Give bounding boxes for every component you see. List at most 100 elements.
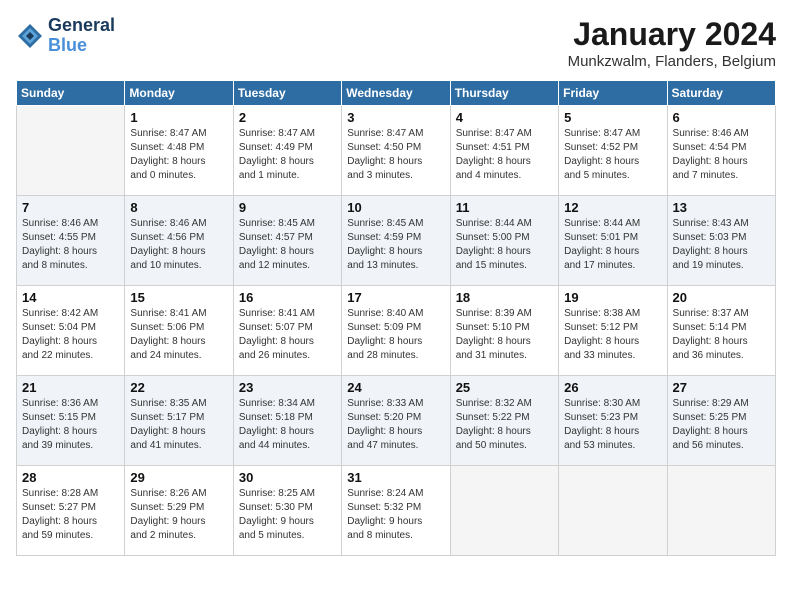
calendar-cell: 19 Sunrise: 8:38 AM Sunset: 5:12 PM Dayli… xyxy=(559,286,667,376)
day-number: 14 xyxy=(22,290,119,305)
calendar-cell: 18 Sunrise: 8:39 AM Sunset: 5:10 PM Dayli… xyxy=(450,286,558,376)
day-number: 15 xyxy=(130,290,227,305)
logo-icon xyxy=(16,22,44,50)
calendar-cell xyxy=(450,466,558,556)
cell-info: Sunrise: 8:47 AM Sunset: 4:51 PM Dayligh… xyxy=(456,127,553,183)
calendar-week-row-1: 1 Sunrise: 8:47 AM Sunset: 4:48 PM Daylig… xyxy=(17,106,776,196)
cell-info: Sunrise: 8:28 AM Sunset: 5:27 PM Dayligh… xyxy=(22,487,119,543)
day-number: 16 xyxy=(239,290,336,305)
calendar-week-row-5: 28 Sunrise: 8:28 AM Sunset: 5:27 PM Dayli… xyxy=(17,466,776,556)
cell-info: Sunrise: 8:41 AM Sunset: 5:06 PM Dayligh… xyxy=(130,307,227,363)
day-number: 13 xyxy=(673,200,770,215)
day-number: 18 xyxy=(456,290,553,305)
cell-info: Sunrise: 8:42 AM Sunset: 5:04 PM Dayligh… xyxy=(22,307,119,363)
day-number: 12 xyxy=(564,200,661,215)
calendar-cell: 13 Sunrise: 8:43 AM Sunset: 5:03 PM Dayli… xyxy=(667,196,775,286)
day-number: 6 xyxy=(673,110,770,125)
day-number: 17 xyxy=(347,290,444,305)
calendar-cell: 26 Sunrise: 8:30 AM Sunset: 5:23 PM Dayli… xyxy=(559,376,667,466)
cell-info: Sunrise: 8:45 AM Sunset: 4:59 PM Dayligh… xyxy=(347,217,444,273)
cell-info: Sunrise: 8:46 AM Sunset: 4:55 PM Dayligh… xyxy=(22,217,119,273)
month-title: January 2024 xyxy=(568,16,776,53)
day-number: 8 xyxy=(130,200,227,215)
cell-info: Sunrise: 8:29 AM Sunset: 5:25 PM Dayligh… xyxy=(673,397,770,453)
calendar-cell: 27 Sunrise: 8:29 AM Sunset: 5:25 PM Dayli… xyxy=(667,376,775,466)
calendar-cell: 6 Sunrise: 8:46 AM Sunset: 4:54 PM Daylig… xyxy=(667,106,775,196)
cell-info: Sunrise: 8:47 AM Sunset: 4:52 PM Dayligh… xyxy=(564,127,661,183)
calendar-cell xyxy=(17,106,125,196)
calendar-cell: 2 Sunrise: 8:47 AM Sunset: 4:49 PM Daylig… xyxy=(233,106,341,196)
day-number: 3 xyxy=(347,110,444,125)
page-header: General Blue January 2024 Munkzwalm, Fla… xyxy=(16,16,776,70)
calendar-cell: 11Sunrise: 8:44 AM Sunset: 5:00 PM Dayli… xyxy=(450,196,558,286)
weekday-header-row: SundayMondayTuesdayWednesdayThursdayFrid… xyxy=(17,81,776,106)
calendar-cell xyxy=(667,466,775,556)
calendar-cell: 10Sunrise: 8:45 AM Sunset: 4:59 PM Dayli… xyxy=(342,196,450,286)
cell-info: Sunrise: 8:33 AM Sunset: 5:20 PM Dayligh… xyxy=(347,397,444,453)
cell-info: Sunrise: 8:47 AM Sunset: 4:48 PM Dayligh… xyxy=(130,127,227,183)
cell-info: Sunrise: 8:37 AM Sunset: 5:14 PM Dayligh… xyxy=(673,307,770,363)
cell-info: Sunrise: 8:44 AM Sunset: 5:01 PM Dayligh… xyxy=(564,217,661,273)
cell-info: Sunrise: 8:40 AM Sunset: 5:09 PM Dayligh… xyxy=(347,307,444,363)
day-number: 2 xyxy=(239,110,336,125)
day-number: 19 xyxy=(564,290,661,305)
day-number: 29 xyxy=(130,470,227,485)
day-number: 1 xyxy=(130,110,227,125)
day-number: 11 xyxy=(456,200,553,215)
day-number: 23 xyxy=(239,380,336,395)
day-number: 4 xyxy=(456,110,553,125)
weekday-header-monday: Monday xyxy=(125,81,233,106)
cell-info: Sunrise: 8:32 AM Sunset: 5:22 PM Dayligh… xyxy=(456,397,553,453)
calendar-cell: 28 Sunrise: 8:28 AM Sunset: 5:27 PM Dayli… xyxy=(17,466,125,556)
calendar-cell: 23 Sunrise: 8:34 AM Sunset: 5:18 PM Dayli… xyxy=(233,376,341,466)
day-number: 25 xyxy=(456,380,553,395)
day-number: 5 xyxy=(564,110,661,125)
cell-info: Sunrise: 8:30 AM Sunset: 5:23 PM Dayligh… xyxy=(564,397,661,453)
day-number: 31 xyxy=(347,470,444,485)
weekday-header-wednesday: Wednesday xyxy=(342,81,450,106)
calendar-cell: 20 Sunrise: 8:37 AM Sunset: 5:14 PM Dayli… xyxy=(667,286,775,376)
cell-info: Sunrise: 8:38 AM Sunset: 5:12 PM Dayligh… xyxy=(564,307,661,363)
calendar-cell: 5 Sunrise: 8:47 AM Sunset: 4:52 PM Daylig… xyxy=(559,106,667,196)
cell-info: Sunrise: 8:47 AM Sunset: 4:49 PM Dayligh… xyxy=(239,127,336,183)
logo: General Blue xyxy=(16,16,115,56)
calendar-table: SundayMondayTuesdayWednesdayThursdayFrid… xyxy=(16,80,776,556)
calendar-cell: 9Sunrise: 8:45 AM Sunset: 4:57 PM Daylig… xyxy=(233,196,341,286)
cell-info: Sunrise: 8:39 AM Sunset: 5:10 PM Dayligh… xyxy=(456,307,553,363)
day-number: 26 xyxy=(564,380,661,395)
weekday-header-tuesday: Tuesday xyxy=(233,81,341,106)
calendar-cell: 3 Sunrise: 8:47 AM Sunset: 4:50 PM Daylig… xyxy=(342,106,450,196)
calendar-cell: 4 Sunrise: 8:47 AM Sunset: 4:51 PM Daylig… xyxy=(450,106,558,196)
day-number: 27 xyxy=(673,380,770,395)
cell-info: Sunrise: 8:35 AM Sunset: 5:17 PM Dayligh… xyxy=(130,397,227,453)
calendar-cell: 31Sunrise: 8:24 AM Sunset: 5:32 PM Dayli… xyxy=(342,466,450,556)
day-number: 22 xyxy=(130,380,227,395)
calendar-cell: 15 Sunrise: 8:41 AM Sunset: 5:06 PM Dayli… xyxy=(125,286,233,376)
cell-info: Sunrise: 8:25 AM Sunset: 5:30 PM Dayligh… xyxy=(239,487,336,543)
calendar-cell: 12 Sunrise: 8:44 AM Sunset: 5:01 PM Dayli… xyxy=(559,196,667,286)
calendar-cell: 17 Sunrise: 8:40 AM Sunset: 5:09 PM Dayli… xyxy=(342,286,450,376)
calendar-cell: 14 Sunrise: 8:42 AM Sunset: 5:04 PM Dayli… xyxy=(17,286,125,376)
day-number: 20 xyxy=(673,290,770,305)
day-number: 30 xyxy=(239,470,336,485)
calendar-week-row-4: 21 Sunrise: 8:36 AM Sunset: 5:15 PM Dayli… xyxy=(17,376,776,466)
cell-info: Sunrise: 8:45 AM Sunset: 4:57 PM Dayligh… xyxy=(239,217,336,273)
calendar-cell: 1 Sunrise: 8:47 AM Sunset: 4:48 PM Daylig… xyxy=(125,106,233,196)
cell-info: Sunrise: 8:46 AM Sunset: 4:54 PM Dayligh… xyxy=(673,127,770,183)
calendar-cell: 25 Sunrise: 8:32 AM Sunset: 5:22 PM Dayli… xyxy=(450,376,558,466)
day-number: 28 xyxy=(22,470,119,485)
calendar-cell: 8Sunrise: 8:46 AM Sunset: 4:56 PM Daylig… xyxy=(125,196,233,286)
calendar-cell: 7Sunrise: 8:46 AM Sunset: 4:55 PM Daylig… xyxy=(17,196,125,286)
cell-info: Sunrise: 8:34 AM Sunset: 5:18 PM Dayligh… xyxy=(239,397,336,453)
day-number: 21 xyxy=(22,380,119,395)
weekday-header-saturday: Saturday xyxy=(667,81,775,106)
calendar-cell: 21 Sunrise: 8:36 AM Sunset: 5:15 PM Dayli… xyxy=(17,376,125,466)
title-block: January 2024 Munkzwalm, Flanders, Belgiu… xyxy=(568,16,776,70)
cell-info: Sunrise: 8:47 AM Sunset: 4:50 PM Dayligh… xyxy=(347,127,444,183)
weekday-header-thursday: Thursday xyxy=(450,81,558,106)
cell-info: Sunrise: 8:36 AM Sunset: 5:15 PM Dayligh… xyxy=(22,397,119,453)
weekday-header-sunday: Sunday xyxy=(17,81,125,106)
cell-info: Sunrise: 8:43 AM Sunset: 5:03 PM Dayligh… xyxy=(673,217,770,273)
weekday-header-friday: Friday xyxy=(559,81,667,106)
calendar-cell xyxy=(559,466,667,556)
